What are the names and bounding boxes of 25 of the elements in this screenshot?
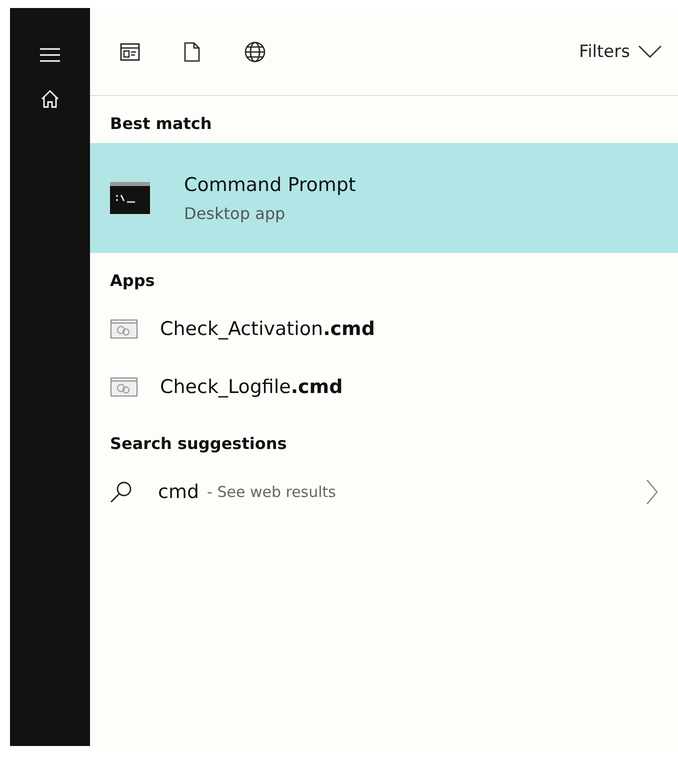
section-heading: Apps bbox=[109, 270, 156, 292]
result-title: Command Prompt bbox=[184, 174, 356, 196]
filters-button[interactable]: Filters bbox=[573, 40, 668, 62]
search-query: cmd bbox=[158, 481, 200, 503]
result-item[interactable]: Check_Activation.cmd bbox=[90, 300, 678, 358]
home-icon[interactable] bbox=[41, 90, 59, 108]
document-icon[interactable] bbox=[184, 42, 200, 62]
result-title: Check_Logfile.cmd bbox=[160, 376, 343, 398]
result-item[interactable]: Command Prompt Desktop app bbox=[90, 143, 678, 253]
apps-filter-icon[interactable] bbox=[120, 42, 140, 60]
result-item[interactable]: cmd - See web results bbox=[90, 463, 678, 521]
script-file-icon bbox=[110, 377, 138, 397]
globe-icon[interactable] bbox=[244, 40, 266, 62]
chevron-down-icon bbox=[638, 44, 662, 58]
section-heading: Search suggestions bbox=[109, 433, 288, 455]
script-file-icon bbox=[110, 319, 138, 339]
terminal-icon bbox=[110, 182, 150, 214]
result-title: Check_Activation.cmd bbox=[160, 318, 375, 340]
result-item[interactable]: Check_Logfile.cmd bbox=[90, 358, 678, 416]
web-results-hint: - See web results bbox=[207, 483, 336, 501]
menu-icon[interactable] bbox=[40, 48, 60, 62]
section-heading: Best match bbox=[109, 113, 213, 135]
search-icon bbox=[110, 481, 132, 503]
chevron-right-icon bbox=[646, 479, 658, 505]
result-subtitle: Desktop app bbox=[184, 204, 286, 222]
